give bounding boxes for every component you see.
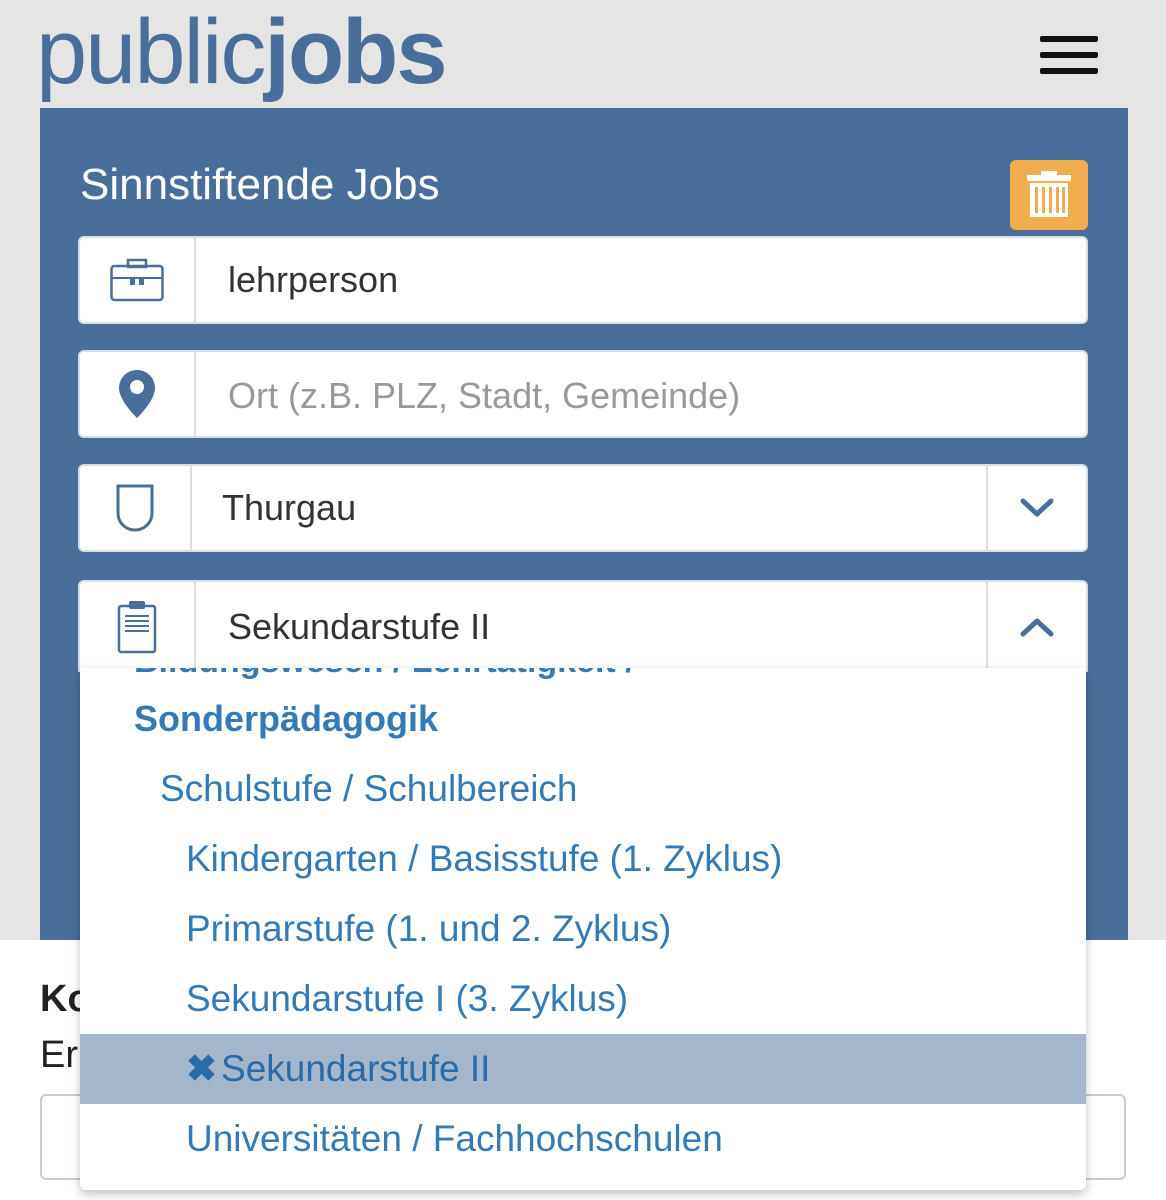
keyword-icon-cell	[80, 238, 196, 322]
chevron-up-icon	[1020, 618, 1054, 637]
site-header: publicjobs	[0, 0, 1166, 108]
canton-select[interactable]: Thurgau	[78, 464, 1088, 552]
dropdown-option[interactable]: Universitäten / Fachhochschulen	[80, 1104, 1086, 1174]
canton-icon-cell	[80, 466, 192, 550]
publicjobs-logo[interactable]: publicjobs	[36, 1, 448, 103]
dropdown-subgroup-label[interactable]: Schulstufe / Schulbereich	[160, 768, 578, 810]
keyword-field[interactable]: lehrperson	[78, 236, 1088, 324]
section-text-partial: Er	[40, 1034, 78, 1076]
remove-x-icon[interactable]: ✖	[186, 1048, 217, 1089]
dropdown-option[interactable]: Primarstufe (1. und 2. Zyklus)	[80, 894, 1086, 964]
canton-value: Thurgau	[222, 487, 357, 528]
category-value: Sekundarstufe II	[228, 606, 491, 647]
option-label: Primarstufe (1. und 2. Zyklus)	[186, 908, 672, 949]
reset-search-button[interactable]	[1010, 160, 1088, 230]
canton-chevron-cell[interactable]	[986, 466, 1086, 550]
map-pin-icon	[119, 370, 155, 418]
category-dropdown-list[interactable]: Bildungswesen / Lehrtätigkeit / Sonderpä…	[80, 668, 1086, 1190]
clipboard-icon	[117, 601, 157, 654]
hamburger-menu-icon[interactable]	[1040, 36, 1100, 76]
briefcase-icon	[110, 258, 164, 302]
dropdown-group-label: Sonderpädagogik	[134, 698, 439, 739]
chevron-down-icon	[1020, 498, 1054, 517]
dropdown-group-label-cut: Bildungswesen / Lehrtätigkeit /	[134, 668, 635, 681]
location-icon-cell	[80, 352, 196, 436]
logo-text-jobs: jobs	[264, 1, 447, 103]
category-icon-cell	[80, 582, 196, 672]
search-title: Sinnstiftende Jobs	[80, 160, 440, 209]
dropdown-option[interactable]: Sekundarstufe I (3. Zyklus)	[80, 964, 1086, 1034]
dropdown-option-selected[interactable]: ✖ Sekundarstufe II	[80, 1034, 1086, 1104]
logo-text-public: public	[36, 1, 266, 103]
option-label: Kindergarten / Basisstufe (1. Zyklus)	[186, 838, 783, 879]
option-label: Sekundarstufe II	[221, 1048, 491, 1089]
category-chevron-cell[interactable]	[986, 582, 1086, 672]
trash-icon	[1027, 171, 1071, 217]
option-label: Sekundarstufe I (3. Zyklus)	[186, 978, 629, 1019]
category-select[interactable]: Sekundarstufe II	[78, 580, 1088, 672]
keyword-input[interactable]: lehrperson	[228, 238, 398, 322]
location-field[interactable]	[78, 350, 1088, 438]
dropdown-option[interactable]: Kindergarten / Basisstufe (1. Zyklus)	[80, 824, 1086, 894]
option-label: Universitäten / Fachhochschulen	[186, 1118, 723, 1159]
location-input[interactable]	[228, 366, 1048, 426]
shield-icon	[116, 484, 154, 532]
